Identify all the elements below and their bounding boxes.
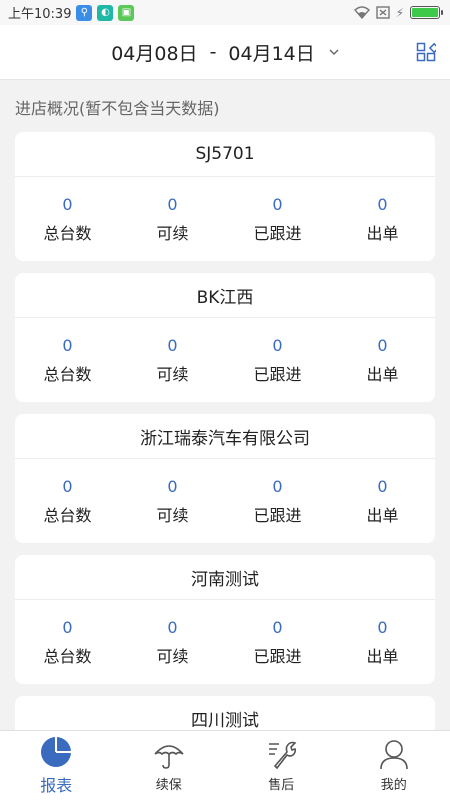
store-card-stats: 0 总台数 0 可续 0 已跟进 0 出单 xyxy=(15,600,435,684)
status-time: 上午10:39 xyxy=(8,7,72,22)
date-range-picker[interactable]: 04月08日 - 04月14日 xyxy=(111,39,339,66)
stat-total[interactable]: 0 总台数 xyxy=(15,336,120,385)
date-separator: - xyxy=(209,41,217,63)
stat-followed[interactable]: 0 已跟进 xyxy=(225,195,330,244)
battery-icon xyxy=(410,6,443,19)
stat-renewable[interactable]: 0 可续 xyxy=(120,336,225,385)
stat-label: 可续 xyxy=(156,364,189,384)
stat-renewable[interactable]: 0 可续 xyxy=(120,477,225,526)
stat-value: 0 xyxy=(377,194,388,214)
stat-label: 可续 xyxy=(156,223,189,243)
store-card-stats: 0 总台数 0 可续 0 已跟进 0 出单 xyxy=(15,459,435,543)
nav-label: 续保 xyxy=(155,778,182,793)
store-card[interactable]: SJ5701 0 总台数 0 可续 0 已跟进 0 出单 xyxy=(15,132,435,261)
stat-value: 0 xyxy=(167,476,178,496)
store-card-title: SJ5701 xyxy=(15,132,435,177)
nav-label: 报表 xyxy=(40,775,73,795)
stat-issued[interactable]: 0 出单 xyxy=(330,195,435,244)
stat-value: 0 xyxy=(167,617,178,637)
store-card-list: SJ5701 0 总台数 0 可续 0 已跟进 0 出单 BK江西 0 总台数 … xyxy=(15,132,435,800)
notification-browser-icon: ◐ xyxy=(97,4,114,21)
stat-value: 0 xyxy=(377,335,388,355)
stat-value: 0 xyxy=(167,194,178,214)
stat-value: 0 xyxy=(62,617,73,637)
stat-value: 0 xyxy=(62,335,73,355)
status-left: 上午10:39 ⚲ ◐ ▣ xyxy=(8,3,135,22)
status-bar: 上午10:39 ⚲ ◐ ▣ ⚡ xyxy=(0,0,450,25)
store-card[interactable]: 浙江瑞泰汽车有限公司 0 总台数 0 可续 0 已跟进 0 出单 xyxy=(15,414,435,543)
stat-issued[interactable]: 0 出单 xyxy=(330,618,435,667)
stat-value: 0 xyxy=(62,194,73,214)
nav-item-report[interactable]: 报表 xyxy=(0,731,113,800)
nav-item-renewal[interactable]: 续保 xyxy=(113,731,226,800)
umbrella-icon xyxy=(154,745,184,769)
nav-label: 售后 xyxy=(268,778,295,793)
stat-value: 0 xyxy=(272,194,283,214)
stat-renewable[interactable]: 0 可续 xyxy=(120,195,225,244)
wrench-icon xyxy=(269,741,297,770)
stat-followed[interactable]: 0 已跟进 xyxy=(225,336,330,385)
stat-label: 总台数 xyxy=(43,223,92,243)
pie-chart-icon xyxy=(41,736,72,767)
store-card[interactable]: 河南测试 0 总台数 0 可续 0 已跟进 0 出单 xyxy=(15,555,435,684)
stat-total[interactable]: 0 总台数 xyxy=(15,195,120,244)
user-icon xyxy=(379,740,408,770)
stat-value: 0 xyxy=(377,617,388,637)
stat-total[interactable]: 0 总台数 xyxy=(15,477,120,526)
store-card-title: BK江西 xyxy=(15,273,435,318)
stat-value: 0 xyxy=(62,476,73,496)
stat-followed[interactable]: 0 已跟进 xyxy=(225,618,330,667)
notification-android-icon: ▣ xyxy=(118,4,135,21)
store-card[interactable]: BK江西 0 总台数 0 可续 0 已跟进 0 出单 xyxy=(15,273,435,402)
stat-value: 0 xyxy=(377,476,388,496)
notification-app-icon: ⚲ xyxy=(76,4,93,21)
stat-followed[interactable]: 0 已跟进 xyxy=(225,477,330,526)
section-title: 进店概况(暂不包含当天数据) xyxy=(15,99,220,118)
store-card-stats: 0 总台数 0 可续 0 已跟进 0 出单 xyxy=(15,318,435,402)
wifi-icon xyxy=(353,6,370,19)
stat-label: 出单 xyxy=(366,364,399,384)
no-sim-icon xyxy=(375,6,390,19)
stat-total[interactable]: 0 总台数 xyxy=(15,618,120,667)
store-card-title: 浙江瑞泰汽车有限公司 xyxy=(15,414,435,459)
header: 04月08日 - 04月14日 xyxy=(0,25,450,80)
stat-label: 出单 xyxy=(366,646,399,666)
stat-label: 已跟进 xyxy=(253,364,302,384)
stat-label: 可续 xyxy=(156,505,189,525)
stat-label: 已跟进 xyxy=(253,223,302,243)
nav-label: 我的 xyxy=(380,778,407,793)
stat-label: 已跟进 xyxy=(253,646,302,666)
charging-icon: ⚡ xyxy=(395,5,404,20)
stat-renewable[interactable]: 0 可续 xyxy=(120,618,225,667)
stat-label: 总台数 xyxy=(43,505,92,525)
stat-label: 出单 xyxy=(366,223,399,243)
stat-value: 0 xyxy=(272,617,283,637)
store-card-title: 河南测试 xyxy=(15,555,435,600)
bottom-nav: 报表 续保 售后 我的 xyxy=(0,730,450,800)
stat-value: 0 xyxy=(167,335,178,355)
date-end: 04月14日 xyxy=(228,42,315,65)
date-start: 04月08日 xyxy=(111,42,198,65)
stat-label: 总台数 xyxy=(43,646,92,666)
chevron-down-icon xyxy=(329,45,339,59)
store-card-stats: 0 总台数 0 可续 0 已跟进 0 出单 xyxy=(15,177,435,261)
stat-label: 总台数 xyxy=(43,364,92,384)
stat-value: 0 xyxy=(272,335,283,355)
grid-menu-icon[interactable] xyxy=(416,42,436,62)
stat-label: 可续 xyxy=(156,646,189,666)
nav-item-aftersales[interactable]: 售后 xyxy=(225,731,338,800)
nav-item-mine[interactable]: 我的 xyxy=(338,731,450,800)
stat-value: 0 xyxy=(272,476,283,496)
status-right: ⚡ xyxy=(353,5,443,20)
stat-issued[interactable]: 0 出单 xyxy=(330,336,435,385)
stat-label: 出单 xyxy=(366,505,399,525)
stat-label: 已跟进 xyxy=(253,505,302,525)
stat-issued[interactable]: 0 出单 xyxy=(330,477,435,526)
